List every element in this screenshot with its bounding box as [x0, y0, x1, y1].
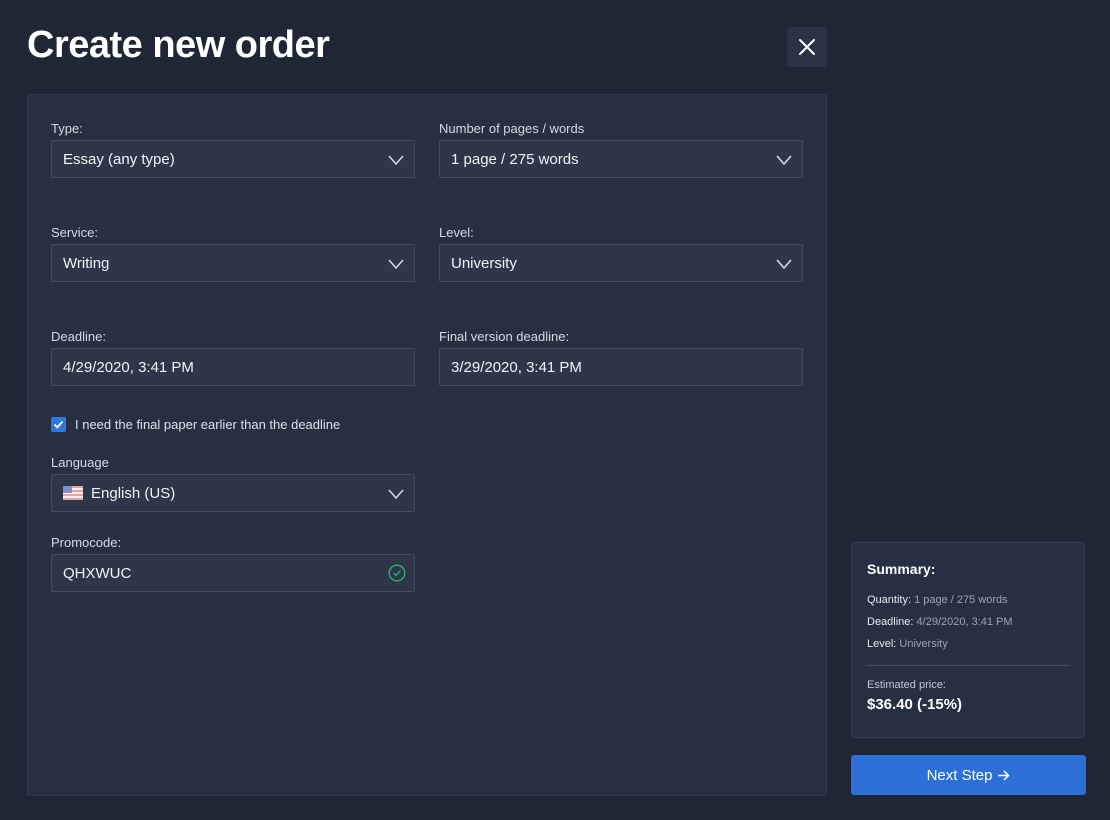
arrow-right-icon	[998, 769, 1010, 781]
service-field: Service: Writing	[51, 223, 415, 282]
chevron-down-icon	[776, 155, 792, 166]
next-step-label: Next Step	[926, 766, 993, 784]
estimated-price: $36.40 (-15%)	[867, 696, 963, 713]
pages-select[interactable]: 1 page / 275 words	[439, 140, 803, 178]
final-deadline-value: 3/29/2020, 3:41 PM	[451, 358, 582, 376]
estimated-price-label: Estimated price:	[867, 679, 946, 691]
order-summary: Summary: Quantity: 1 page / 275 words De…	[851, 542, 1085, 738]
order-form-panel: Type: Essay (any type) Number of pages /…	[27, 94, 827, 796]
level-select[interactable]: University	[439, 244, 803, 282]
language-label: Language	[51, 455, 109, 470]
level-field: Level: University	[439, 223, 803, 282]
chevron-down-icon	[776, 259, 792, 270]
next-step-button[interactable]: Next Step	[851, 755, 1086, 795]
close-button[interactable]	[787, 27, 827, 67]
service-value: Writing	[63, 254, 110, 272]
final-deadline-field: Final version deadline: 3/29/2020, 3:41 …	[439, 327, 803, 386]
type-label: Type:	[51, 121, 83, 136]
summary-divider	[867, 665, 1069, 666]
page-title: Create new order	[27, 24, 330, 66]
promocode-label: Promocode:	[51, 535, 122, 550]
language-select[interactable]: English (US)	[51, 474, 415, 512]
summary-level: Level: University	[867, 633, 1069, 655]
pages-value: 1 page / 275 words	[451, 150, 579, 168]
deadline-value: 4/29/2020, 3:41 PM	[63, 358, 194, 376]
summary-title: Summary:	[867, 561, 936, 577]
chevron-down-icon	[388, 155, 404, 166]
final-deadline-label: Final version deadline:	[439, 329, 570, 344]
chevron-down-icon	[388, 489, 404, 500]
summary-quantity: Quantity: 1 page / 275 words	[867, 589, 1069, 611]
checkmark-icon	[53, 420, 64, 429]
pages-label: Number of pages / words	[439, 121, 585, 136]
promocode-field: Promocode: QHXWUC	[51, 533, 415, 592]
summary-deadline: Deadline: 4/29/2020, 3:41 PM	[867, 611, 1069, 633]
deadline-label: Deadline:	[51, 329, 106, 344]
type-field: Type: Essay (any type)	[51, 119, 415, 178]
summary-level-key: Level:	[867, 638, 897, 650]
type-value: Essay (any type)	[63, 150, 175, 168]
deadline-field: Deadline: 4/29/2020, 3:41 PM	[51, 327, 415, 386]
summary-quantity-key: Quantity:	[867, 594, 912, 606]
check-circle-icon	[388, 564, 406, 582]
summary-quantity-value: 1 page / 275 words	[914, 594, 1008, 606]
chevron-down-icon	[388, 259, 404, 270]
promocode-input[interactable]: QHXWUC	[51, 554, 415, 592]
deadline-input[interactable]: 4/29/2020, 3:41 PM	[51, 348, 415, 386]
close-icon	[799, 39, 815, 55]
summary-deadline-key: Deadline:	[867, 616, 914, 628]
earlier-deadline-label: I need the final paper earlier than the …	[75, 417, 341, 432]
promocode-value: QHXWUC	[63, 564, 132, 582]
type-select[interactable]: Essay (any type)	[51, 140, 415, 178]
service-label: Service:	[51, 225, 98, 240]
pages-field: Number of pages / words 1 page / 275 wor…	[439, 119, 803, 178]
earlier-deadline-option: I need the final paper earlier than the …	[51, 417, 340, 432]
final-deadline-input[interactable]: 3/29/2020, 3:41 PM	[439, 348, 803, 386]
language-value: English (US)	[91, 484, 176, 502]
service-select[interactable]: Writing	[51, 244, 415, 282]
language-field: Language English (US)	[51, 453, 415, 512]
us-flag-icon	[63, 486, 83, 500]
level-value: University	[451, 254, 517, 272]
earlier-deadline-checkbox[interactable]	[51, 417, 66, 432]
summary-level-value: University	[899, 638, 948, 650]
summary-deadline-value: 4/29/2020, 3:41 PM	[916, 616, 1013, 628]
level-label: Level:	[439, 225, 474, 240]
